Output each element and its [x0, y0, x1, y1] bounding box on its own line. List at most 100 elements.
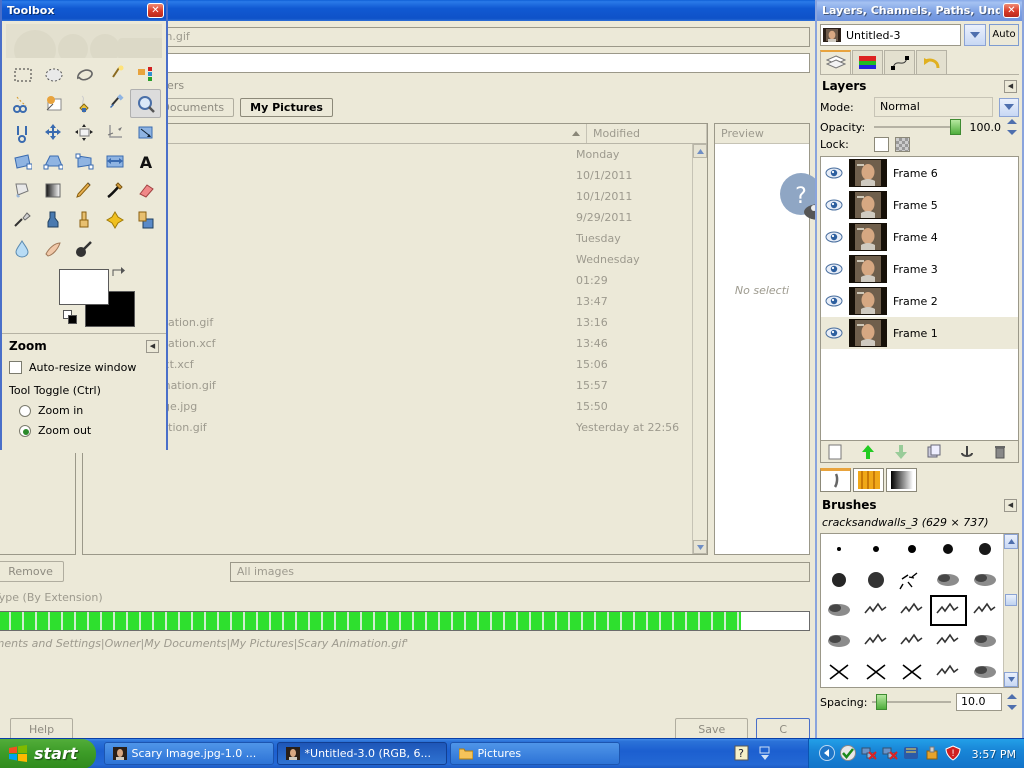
auto-button[interactable]: Auto — [989, 24, 1019, 46]
list-item[interactable]: Frame 4 — [821, 221, 1018, 253]
foreground-select-tool[interactable] — [37, 89, 68, 118]
auto-resize-window-option[interactable]: Auto-resize window — [9, 361, 159, 374]
network-disconnected-icon[interactable] — [861, 745, 877, 764]
delete-layer-button[interactable] — [993, 444, 1011, 460]
rect-select-tool[interactable] — [6, 60, 37, 89]
folder-combo[interactable]: My Pictures — [76, 53, 810, 73]
list-item[interactable]: Frame 2 — [821, 285, 1018, 317]
brush-cell[interactable] — [821, 565, 857, 596]
alignment-tool[interactable] — [68, 118, 99, 147]
dodge-burn-tool[interactable] — [68, 234, 99, 263]
shear-tool[interactable] — [37, 147, 68, 176]
lock-alpha-checkbox[interactable] — [874, 137, 889, 152]
help-icon[interactable]: ? — [734, 745, 750, 764]
collapse-icon[interactable]: ◀ — [146, 339, 159, 353]
browse-other-folders-expander[interactable]: wse for other folders — [70, 79, 810, 92]
brush-cell[interactable] — [930, 595, 967, 626]
tab-paths[interactable] — [884, 50, 915, 74]
new-layer-button[interactable] — [828, 444, 846, 460]
raise-layer-button[interactable] — [861, 444, 879, 460]
brush-cell[interactable] — [894, 565, 930, 596]
crop-tool[interactable] — [99, 118, 130, 147]
spacing-stepper[interactable] — [1007, 694, 1019, 710]
clone-tool[interactable] — [68, 205, 99, 234]
brush-cell[interactable] — [857, 534, 893, 565]
table-row[interactable]: Scary Image.jpg15:50 — [83, 396, 692, 417]
eye-icon[interactable] — [825, 166, 843, 180]
column-header-modified[interactable]: Modified — [587, 124, 707, 143]
lock-transparency-icon[interactable] — [895, 137, 910, 152]
table-row[interactable]: TechWednesday — [83, 249, 692, 270]
close-icon[interactable]: ✕ — [147, 3, 164, 18]
image-combo[interactable]: Untitled-3 — [820, 24, 961, 46]
opacity-slider[interactable] — [874, 119, 961, 135]
paintbrush-tool[interactable] — [99, 176, 130, 205]
safely-remove-hardware-icon[interactable] — [924, 745, 940, 764]
filename-input[interactable]: Scary Animation.gif — [76, 27, 810, 47]
scroll-down-icon[interactable] — [693, 540, 707, 554]
show-desktop-icon[interactable] — [758, 745, 772, 764]
network-disconnected2-icon[interactable] — [882, 745, 898, 764]
brush-cell[interactable] — [967, 626, 1003, 657]
eye-icon[interactable] — [825, 230, 843, 244]
brush-cell[interactable] — [930, 656, 966, 687]
brush-cell[interactable] — [967, 656, 1003, 687]
tab-gradients[interactable] — [886, 468, 917, 492]
zoom-out-radio[interactable] — [19, 424, 31, 437]
brush-cell[interactable] — [930, 534, 966, 565]
list-item[interactable]: Frame 1 — [821, 317, 1018, 349]
brush-cell[interactable] — [894, 595, 930, 626]
smudge-tool[interactable] — [37, 234, 68, 263]
ellipse-select-tool[interactable] — [37, 60, 68, 89]
zoom-out-option[interactable]: Zoom out — [9, 424, 159, 437]
zoom-in-radio[interactable] — [19, 404, 31, 417]
brush-cell[interactable] — [821, 626, 857, 657]
taskbar-button[interactable]: Pictures — [449, 742, 620, 765]
taskbar-button[interactable]: Scary Image.jpg-1.0 ... — [103, 742, 274, 765]
select-by-color-tool[interactable] — [130, 60, 161, 89]
eraser-tool[interactable] — [130, 176, 161, 205]
table-row[interactable]: Jesse Animation.gif13:16 — [83, 312, 692, 333]
close-icon[interactable]: ✕ — [1003, 3, 1020, 18]
remove-button[interactable]: Remove — [0, 561, 64, 582]
file-filter-combo[interactable]: All images — [229, 561, 810, 582]
perspective-clone-tool[interactable] — [130, 205, 161, 234]
move-tool[interactable] — [37, 118, 68, 147]
scissors-select-tool[interactable] — [6, 89, 37, 118]
mode-value[interactable]: Normal — [874, 97, 993, 117]
brush-cell[interactable] — [894, 656, 930, 687]
table-row[interactable]: JesseProject.xcf15:06 — [83, 354, 692, 375]
tab-layers[interactable] — [820, 50, 851, 74]
brush-grid-scrollbar[interactable] — [1003, 534, 1018, 687]
tab-channels[interactable] — [852, 50, 883, 74]
eye-icon[interactable] — [825, 198, 843, 212]
show-hidden-icons-button[interactable] — [818, 744, 835, 764]
start-button[interactable]: start — [0, 738, 96, 768]
opacity-stepper[interactable] — [1007, 119, 1019, 135]
brush-cell[interactable] — [821, 595, 857, 626]
table-row[interactable]: ElectronicsMonday — [83, 144, 692, 165]
table-row[interactable]: Jesse.xcf01:29 — [83, 270, 692, 291]
table-row[interactable]: Jesse 1.xcf13:47 — [83, 291, 692, 312]
image-dropdown-button[interactable] — [964, 24, 986, 46]
color-picker-tool[interactable] — [99, 89, 130, 118]
table-row[interactable]: Scary Animation.gif15:57 — [83, 375, 692, 396]
zoom-in-option[interactable]: Zoom in — [9, 404, 159, 417]
tab-patterns[interactable] — [853, 468, 884, 492]
lower-layer-button[interactable] — [894, 444, 912, 460]
brush-cell[interactable] — [894, 626, 930, 657]
table-row[interactable]: Lego9/29/2011 — [83, 207, 692, 228]
breadcrumb-my-pictures[interactable]: My Pictures — [240, 98, 333, 117]
table-row[interactable]: MiscTuesday — [83, 228, 692, 249]
brush-cell[interactable] — [821, 656, 857, 687]
auto-resize-checkbox[interactable] — [9, 361, 22, 374]
flip-tool[interactable] — [99, 147, 130, 176]
table-row[interactable]: Friends10/1/2011 — [83, 186, 692, 207]
windows-update-icon[interactable] — [903, 745, 919, 764]
rotate-tool[interactable] — [130, 118, 161, 147]
pencil-tool[interactable] — [68, 176, 99, 205]
scrollbar-thumb[interactable] — [1005, 594, 1017, 606]
list-item[interactable]: Frame 3 — [821, 253, 1018, 285]
scroll-up-icon[interactable] — [1004, 534, 1018, 549]
taskbar-button[interactable]: *Untitled-3.0 (RGB, 6... — [276, 742, 447, 765]
